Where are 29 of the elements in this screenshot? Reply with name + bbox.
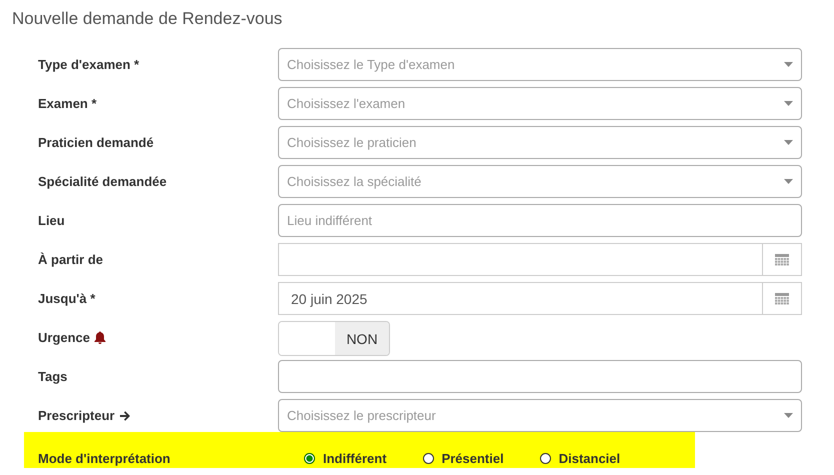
page-title: Nouvelle demande de Rendez-vous — [12, 8, 284, 30]
field-label: Type d'examen * — [38, 57, 140, 72]
input-field[interactable]: Lieu indifférent — [278, 204, 802, 237]
caret-icon — [784, 140, 793, 145]
bell-icon — [94, 331, 106, 344]
field-label: Urgence — [38, 330, 90, 345]
field-label: Tags — [38, 369, 68, 384]
toggle-switch[interactable]: NON — [278, 321, 390, 356]
field-label: Praticien demandé — [38, 135, 154, 150]
field-label: Prescripteur — [38, 408, 115, 423]
field-label: Lieu — [38, 213, 65, 228]
date-field[interactable]: 20 juin 2025 — [278, 282, 802, 315]
field-label: À partir de — [38, 252, 104, 267]
field-label: Examen * — [38, 96, 97, 111]
field-label: Jusqu'à * — [38, 291, 96, 306]
caret-icon — [784, 62, 793, 67]
radio-option[interactable]: Indifférent — [304, 451, 387, 466]
arrow-right-icon — [118, 410, 131, 422]
caret-icon — [784, 179, 793, 184]
radio-option[interactable]: Présentiel — [422, 451, 504, 466]
field-label: Spécialité demandée — [38, 174, 167, 189]
input-field[interactable] — [278, 360, 802, 393]
caret-icon — [784, 101, 793, 106]
field-label: Mode d'interprétation — [38, 451, 170, 466]
caret-icon — [784, 413, 793, 418]
calendar-icon — [775, 292, 789, 305]
date-field[interactable] — [278, 243, 802, 276]
calendar-icon — [775, 253, 789, 266]
radio-option[interactable]: Distanciel — [540, 451, 620, 466]
